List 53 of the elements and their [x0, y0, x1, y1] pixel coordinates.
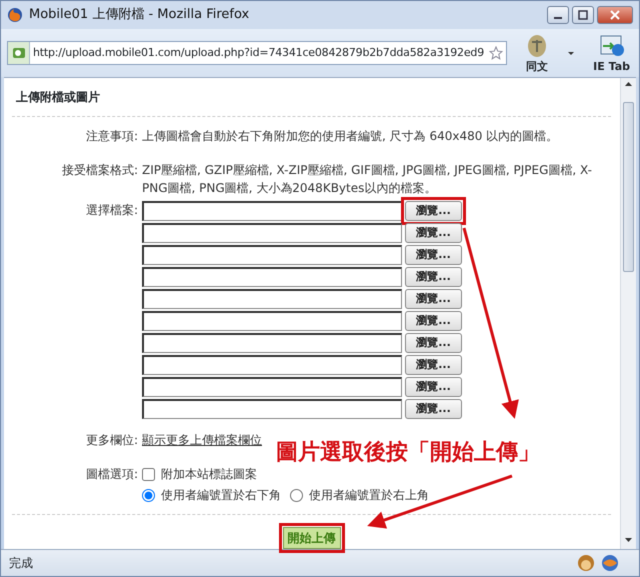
file-path-field[interactable]	[142, 267, 402, 288]
browse-button[interactable]: 瀏覽...	[405, 245, 462, 266]
minimize-button[interactable]	[547, 6, 569, 24]
file-path-field[interactable]	[142, 333, 402, 354]
close-icon	[610, 10, 620, 20]
file-path-field[interactable]	[142, 223, 402, 244]
field-label: 圖檔選項:	[84, 466, 138, 484]
browse-button[interactable]: 瀏覽...	[405, 289, 462, 310]
browse-button[interactable]: 瀏覽...	[405, 377, 462, 398]
checkbox-label: 附加本站標誌圖案	[161, 466, 257, 484]
field-label: 注意事項:	[84, 128, 138, 146]
maximize-icon	[578, 10, 588, 20]
browse-button[interactable]: 瀏覽...	[405, 201, 462, 222]
url-text: http://upload.mobile01.com/upload.php?id=74341ce0842879b2b7dda582a3192ed9	[32, 44, 485, 61]
field-label: 更多欄位:	[84, 432, 138, 450]
browse-button[interactable]: 瀏覽...	[405, 355, 462, 376]
site-icon	[12, 46, 26, 59]
field-label: 選擇檔案:	[84, 202, 138, 220]
close-button[interactable]	[597, 6, 633, 24]
maximize-button[interactable]	[572, 6, 594, 24]
annotation-text: 圖片選取後按「開始上傳」	[276, 439, 540, 468]
file-path-field[interactable]	[142, 289, 402, 310]
browse-button[interactable]: 瀏覽...	[405, 267, 462, 288]
upload-button[interactable]: 開始上傳	[282, 527, 340, 550]
file-path-field[interactable]	[142, 311, 402, 332]
position-radio[interactable]	[290, 488, 303, 502]
position-radio[interactable]	[142, 488, 155, 502]
scrollbar-thumb[interactable]	[623, 102, 634, 272]
ie-tab-icon	[598, 34, 625, 58]
browse-button[interactable]: 瀏覽...	[405, 333, 462, 354]
notice-text: 上傳圖檔會自動於右下角附加您的使用者編號, 尺寸為 640x480 以內的圖檔。	[142, 129, 558, 144]
radio-label: 使用者編號置於右上角	[309, 487, 429, 504]
browse-button[interactable]: 瀏覽...	[405, 399, 462, 420]
address-bar[interactable]: http://upload.mobile01.com/upload.php?id=74341ce0842879b2b7dda582a3192ed9	[7, 40, 507, 65]
section-heading: 上傳附檔或圖片	[12, 86, 611, 118]
window-title: Mobile01 上傳附檔 - Mozilla Firefox	[29, 6, 250, 24]
file-path-field[interactable]	[142, 355, 402, 376]
radio-label: 使用者編號置於右下角	[161, 487, 281, 504]
status-text: 完成	[9, 555, 33, 572]
minimize-icon	[554, 16, 562, 19]
more-fields-link[interactable]: 顯示更多上傳檔案欄位	[142, 433, 262, 448]
file-path-field[interactable]	[142, 377, 402, 398]
field-label: 接受檔案格式:	[60, 162, 138, 180]
browse-button[interactable]: 瀏覽...	[405, 223, 462, 244]
file-path-field[interactable]	[142, 399, 402, 420]
file-path-field[interactable]	[142, 201, 402, 222]
logo-checkbox[interactable]	[142, 468, 155, 481]
browse-button[interactable]: 瀏覽...	[405, 311, 462, 332]
star-icon	[489, 46, 503, 60]
toolbar-button[interactable]: 同文	[525, 34, 550, 72]
file-path-field[interactable]	[142, 245, 402, 266]
toolbar-button[interactable]: IE Tab	[593, 34, 630, 72]
formats-text: ZIP壓縮檔, GZIP壓縮檔, X-ZIP壓縮檔, GIF圖檔, JPG圖檔, JPEG圖檔, PJPEG圖檔, X-PNG圖檔, PNG圖檔, 大小為2048KBytes以內的檔案。	[142, 163, 592, 196]
